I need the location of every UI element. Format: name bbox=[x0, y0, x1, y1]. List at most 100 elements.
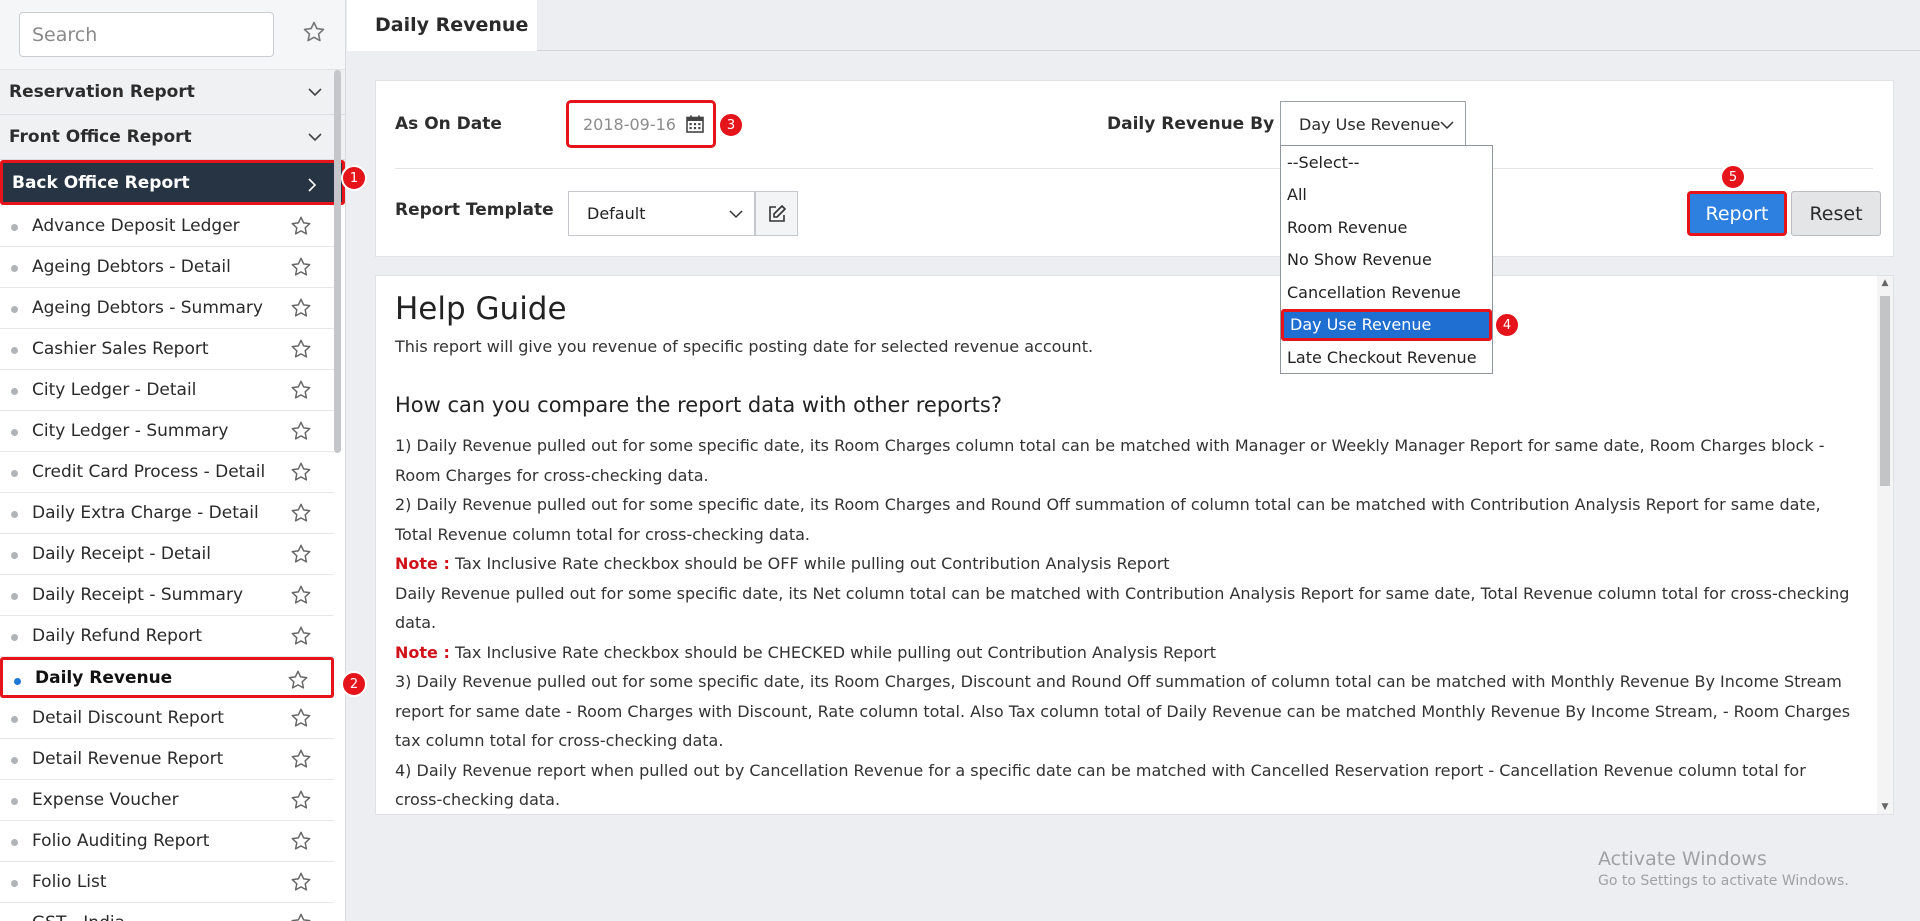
star-icon[interactable] bbox=[290, 420, 312, 442]
item-label: Daily Receipt - Detail bbox=[32, 544, 211, 564]
watermark-line-1: Activate Windows bbox=[1598, 848, 1767, 870]
help-guide-panel: Help Guide This report will give you rev… bbox=[375, 275, 1894, 815]
item-label: Ageing Debtors - Summary bbox=[32, 298, 263, 318]
help-paragraph-2: 2) Daily Revenue pulled out for some spe… bbox=[395, 495, 1821, 544]
edit-template-button[interactable] bbox=[755, 191, 798, 236]
category-front-office-report[interactable]: Front Office Report bbox=[0, 115, 345, 160]
list-item[interactable]: Cashier Sales Report bbox=[0, 329, 334, 370]
sidebar-scrollbar[interactable] bbox=[334, 70, 341, 453]
star-icon[interactable] bbox=[290, 707, 312, 729]
help-intro: This report will give you revenue of spe… bbox=[395, 337, 1094, 356]
activate-windows-watermark: Activate Windows Go to Settings to activ… bbox=[1598, 848, 1849, 889]
report-template-select[interactable]: Default bbox=[568, 191, 755, 236]
item-label: Daily Extra Charge - Detail bbox=[32, 503, 259, 523]
list-item[interactable]: Folio List bbox=[0, 862, 334, 903]
item-label: City Ledger - Summary bbox=[32, 421, 229, 441]
help-note-2: Note : Tax Inclusive Rate checkbox shoul… bbox=[395, 638, 1855, 668]
revenue-by-dropdown: --Select-- All Room Revenue No Show Reve… bbox=[1280, 145, 1493, 374]
star-icon[interactable] bbox=[290, 297, 312, 319]
star-icon[interactable] bbox=[290, 625, 312, 647]
revenue-by-select[interactable]: Day Use Revenue bbox=[1280, 101, 1466, 147]
step-badge-3: 3 bbox=[718, 112, 744, 138]
list-item[interactable]: Daily Refund Report bbox=[0, 616, 334, 657]
step-badge-1: 1 bbox=[341, 165, 367, 191]
star-icon[interactable] bbox=[290, 584, 312, 606]
list-item[interactable]: City Ledger - Summary bbox=[0, 411, 334, 452]
list-item-daily-revenue[interactable]: Daily Revenue bbox=[0, 657, 334, 698]
option-all[interactable]: All bbox=[1281, 179, 1492, 212]
chevron-down-icon bbox=[308, 133, 322, 142]
item-label: Detail Discount Report bbox=[32, 708, 224, 728]
item-label: Advance Deposit Ledger bbox=[32, 216, 240, 236]
help-scrollbar[interactable]: ▲ ▼ bbox=[1877, 276, 1893, 814]
category-back-office-report[interactable]: Back Office Report bbox=[0, 160, 345, 205]
help-note-1: Note : Tax Inclusive Rate checkbox shoul… bbox=[395, 549, 1855, 579]
reset-button[interactable]: Reset bbox=[1791, 191, 1881, 236]
star-icon[interactable] bbox=[290, 379, 312, 401]
list-item[interactable]: Detail Revenue Report bbox=[0, 739, 334, 780]
item-label: Detail Revenue Report bbox=[32, 749, 224, 769]
list-item[interactable]: Ageing Debtors - Detail bbox=[0, 247, 334, 288]
note-label: Note : bbox=[395, 554, 450, 573]
list-item[interactable]: Credit Card Process - Detail bbox=[0, 452, 334, 493]
bullet-icon bbox=[11, 429, 18, 436]
list-item[interactable]: Daily Receipt - Summary bbox=[0, 575, 334, 616]
scroll-up-icon[interactable]: ▲ bbox=[1880, 278, 1890, 290]
note-text: Tax Inclusive Rate checkbox should be CH… bbox=[454, 642, 1216, 662]
note-label: Note : bbox=[395, 642, 450, 662]
star-icon[interactable] bbox=[290, 256, 312, 278]
chevron-right-icon bbox=[308, 178, 317, 192]
star-icon[interactable] bbox=[290, 338, 312, 360]
option-day-use-revenue[interactable]: Day Use Revenue bbox=[1281, 308, 1492, 341]
bullet-icon bbox=[11, 552, 18, 559]
category-label: Reservation Report bbox=[9, 82, 195, 102]
star-icon[interactable] bbox=[290, 748, 312, 770]
category-reservation-report[interactable]: Reservation Report bbox=[0, 70, 345, 115]
list-item[interactable]: Folio Auditing Report bbox=[0, 821, 334, 862]
list-item[interactable]: Daily Receipt - Detail bbox=[0, 534, 334, 575]
favorites-star-icon[interactable] bbox=[302, 20, 326, 44]
calendar-icon[interactable] bbox=[685, 114, 705, 134]
panel-divider bbox=[395, 168, 1873, 169]
help-paragraph-1: 1) Daily Revenue pulled out for some spe… bbox=[395, 436, 1825, 485]
list-item[interactable]: City Ledger - Detail bbox=[0, 370, 334, 411]
list-item[interactable]: Ageing Debtors - Summary bbox=[0, 288, 334, 329]
list-item[interactable]: Advance Deposit Ledger bbox=[0, 206, 334, 247]
bullet-icon bbox=[11, 634, 18, 641]
bullet-icon bbox=[11, 798, 18, 805]
bullet-icon bbox=[11, 388, 18, 395]
bullet-icon bbox=[11, 224, 18, 231]
star-icon[interactable] bbox=[290, 215, 312, 237]
star-icon[interactable] bbox=[290, 461, 312, 483]
chevron-down-icon bbox=[308, 88, 322, 97]
item-label: Folio Auditing Report bbox=[32, 831, 210, 851]
list-item[interactable]: GST - India bbox=[0, 903, 334, 921]
item-label: City Ledger - Detail bbox=[32, 380, 197, 400]
revenue-by-label: Daily Revenue By bbox=[1107, 114, 1275, 134]
star-icon[interactable] bbox=[287, 669, 309, 691]
star-icon[interactable] bbox=[290, 830, 312, 852]
option-no-show-revenue[interactable]: No Show Revenue bbox=[1281, 244, 1492, 277]
list-item[interactable]: Daily Extra Charge - Detail bbox=[0, 493, 334, 534]
report-button[interactable]: Report bbox=[1687, 191, 1787, 236]
bullet-icon bbox=[11, 593, 18, 600]
option-cancellation-revenue[interactable]: Cancellation Revenue bbox=[1281, 276, 1492, 309]
tab-daily-revenue[interactable]: Daily Revenue bbox=[347, 0, 537, 51]
star-icon[interactable] bbox=[290, 543, 312, 565]
category-label: Front Office Report bbox=[9, 127, 192, 147]
search-input[interactable]: Search bbox=[19, 12, 274, 57]
star-icon[interactable] bbox=[290, 789, 312, 811]
option-room-revenue[interactable]: Room Revenue bbox=[1281, 211, 1492, 244]
list-item[interactable]: Expense Voucher bbox=[0, 780, 334, 821]
star-icon[interactable] bbox=[290, 502, 312, 524]
scroll-thumb[interactable] bbox=[1880, 296, 1890, 486]
star-icon[interactable] bbox=[290, 871, 312, 893]
option-late-checkout-revenue[interactable]: Late Checkout Revenue bbox=[1281, 341, 1492, 374]
chevron-down-icon bbox=[1440, 121, 1454, 130]
star-icon[interactable] bbox=[290, 912, 312, 921]
option-select[interactable]: --Select-- bbox=[1281, 146, 1492, 179]
list-item[interactable]: Detail Discount Report bbox=[0, 698, 334, 739]
watermark-line-2: Go to Settings to activate Windows. bbox=[1598, 873, 1849, 889]
as-on-date-field[interactable]: 2018-09-16 bbox=[566, 100, 716, 148]
scroll-down-icon[interactable]: ▼ bbox=[1880, 802, 1890, 814]
